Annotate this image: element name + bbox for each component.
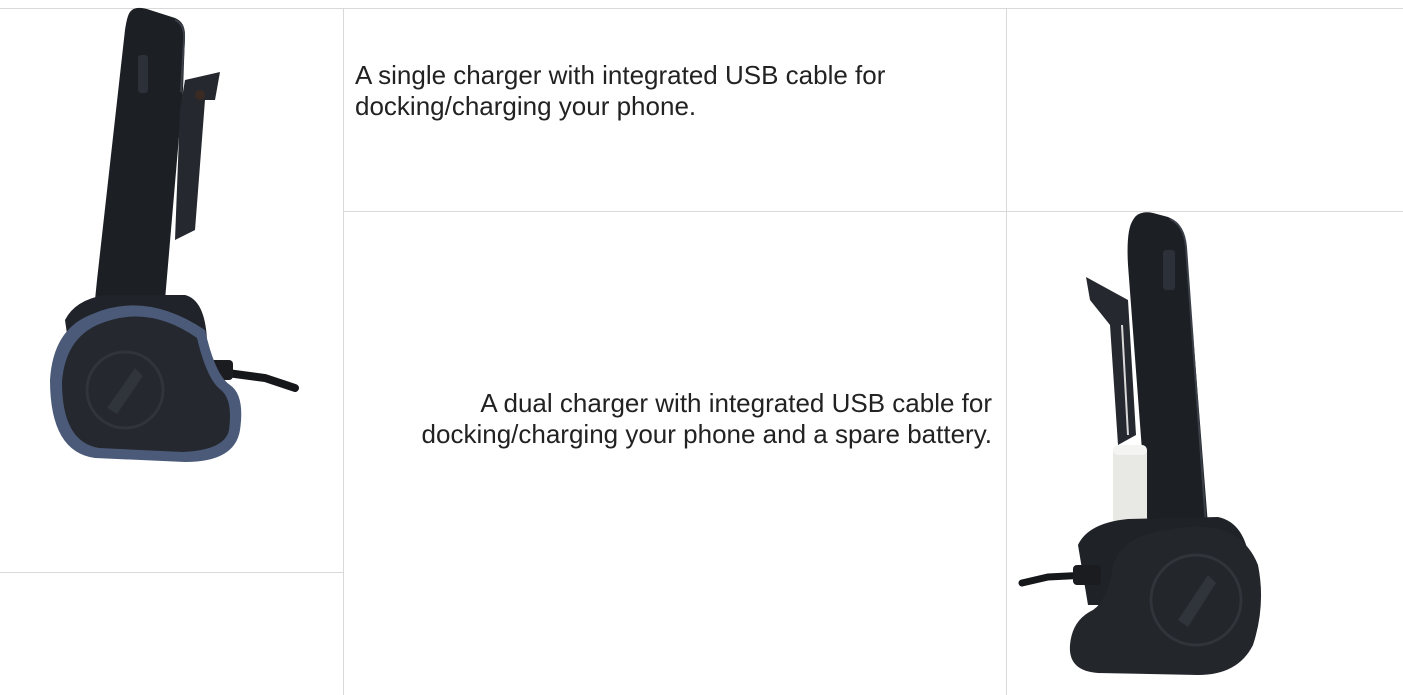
- charger-table: A single charger with integrated USB cab…: [0, 0, 1403, 695]
- dual-charger-description: A dual charger with integrated USB cable…: [421, 388, 992, 449]
- single-charger-description: A single charger with integrated USB cab…: [355, 60, 886, 121]
- dual-charger-photo: [1018, 205, 1268, 695]
- single-charger-photo: [35, 0, 315, 480]
- grid-line: [1006, 8, 1007, 695]
- grid-line: [0, 572, 343, 573]
- grid-line: [343, 8, 344, 695]
